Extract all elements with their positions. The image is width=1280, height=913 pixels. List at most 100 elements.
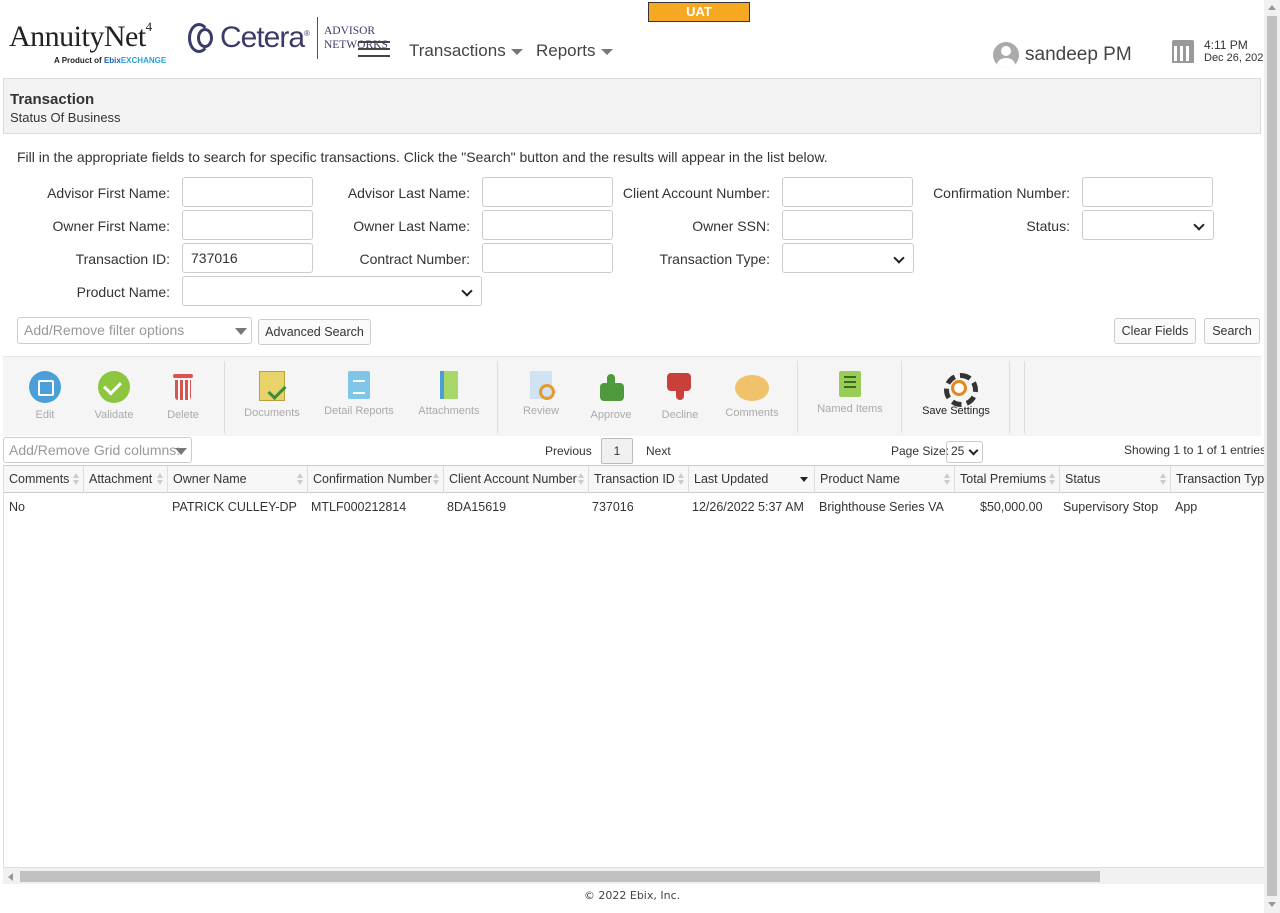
scroll-down-icon[interactable]	[1268, 902, 1276, 907]
list-icon	[839, 371, 861, 397]
next-page-button[interactable]: Next	[646, 444, 671, 458]
copyright-footer: © 2022 Ebix, Inc.	[583, 889, 681, 902]
owner-ssn-label: Owner SSN:	[692, 218, 770, 234]
save-settings-button[interactable]: Save Settings	[915, 357, 997, 417]
grid-columns-dropdown[interactable]: Add/Remove Grid columns:	[3, 437, 192, 463]
confirmation-number-label: Confirmation Number:	[933, 185, 1070, 201]
advisor-first-name-field[interactable]	[182, 177, 313, 207]
page-size-select[interactable]: 25	[946, 441, 983, 463]
advisor-last-name-label: Advisor Last Name:	[347, 185, 470, 201]
cell-client-account-number: 8DA15619	[447, 500, 507, 514]
horizontal-scrollbar[interactable]	[3, 867, 1264, 884]
advanced-search-button[interactable]: Advanced Search	[258, 319, 371, 345]
column-header-transaction-type[interactable]: Transaction Type	[1171, 466, 1264, 493]
nav-transactions[interactable]: Transactions	[409, 41, 523, 61]
attachments-button[interactable]: Attachments	[415, 357, 483, 417]
calendar-icon[interactable]	[1172, 40, 1194, 64]
column-header-confirmation-number[interactable]: Confirmation Number	[308, 466, 444, 493]
horizontal-scrollbar-thumb[interactable]	[20, 871, 1100, 882]
action-toolbar: Edit Validate Delete Documents Detail Re…	[3, 356, 1261, 436]
delete-button[interactable]: Delete	[160, 357, 206, 421]
cetera-mark-icon	[188, 17, 218, 59]
cell-confirmation-number: MTLF000212814	[311, 500, 407, 514]
column-header-product-name[interactable]: Product Name	[815, 466, 955, 493]
comment-icon	[735, 375, 769, 401]
annuitynet-logo[interactable]: AnnuityNet4 A Product of EbixEXCHANGE	[9, 14, 166, 65]
datetime-display: 4:11 PM Dec 26, 2022	[1204, 39, 1264, 64]
edit-icon	[29, 371, 61, 403]
detail-reports-button[interactable]: Detail Reports	[321, 357, 397, 417]
annuitynet-tagline: A Product of EbixEXCHANGE	[54, 56, 167, 65]
review-icon	[530, 371, 555, 400]
decline-button[interactable]: Decline	[657, 357, 703, 421]
thumbs-down-icon	[664, 371, 696, 403]
sort-desc-icon	[800, 477, 808, 482]
vertical-scrollbar[interactable]	[1264, 0, 1280, 913]
comments-button[interactable]: Comments	[722, 357, 782, 419]
cell-comments: No	[9, 500, 25, 514]
user-menu[interactable]: sandeep PM	[993, 42, 1132, 68]
status-label: Status:	[1026, 218, 1070, 234]
cell-total-premiums: $50,000.00	[980, 500, 1043, 514]
column-header-status[interactable]: Status	[1060, 466, 1171, 493]
clear-fields-button[interactable]: Clear Fields	[1114, 318, 1196, 344]
confirmation-number-field[interactable]	[1082, 177, 1213, 207]
annuitynet-logo-text: AnnuityNet	[9, 20, 146, 53]
column-header-owner-name[interactable]: Owner Name	[168, 466, 308, 493]
column-header-last-updated[interactable]: Last Updated	[689, 466, 815, 493]
chevron-down-icon	[510, 48, 523, 55]
status-select[interactable]	[1082, 210, 1214, 240]
page-title-bar: Transaction Status Of Business	[3, 78, 1261, 134]
product-name-label: Product Name:	[76, 284, 170, 300]
contract-number-label: Contract Number:	[359, 251, 470, 267]
sort-icon	[678, 473, 684, 485]
product-name-select[interactable]	[182, 276, 482, 306]
page-subtitle: Status Of Business	[10, 110, 121, 125]
named-items-button[interactable]: Named Items	[815, 357, 885, 415]
sort-icon	[73, 473, 79, 485]
check-icon	[98, 371, 130, 403]
transaction-id-field[interactable]: 737016	[182, 243, 313, 273]
sort-icon	[157, 473, 163, 485]
page-number-button[interactable]: 1	[601, 438, 633, 464]
sort-icon	[297, 473, 303, 485]
sort-icon	[433, 473, 439, 485]
owner-last-name-label: Owner Last Name:	[353, 218, 470, 234]
previous-page-button[interactable]: Previous	[545, 444, 592, 458]
table-header: Comments Attachment Owner Name Confirmat…	[4, 465, 1264, 493]
scroll-up-icon[interactable]	[1268, 5, 1276, 10]
column-header-attachment[interactable]: Attachment	[84, 466, 168, 493]
cell-last-updated: 12/26/2022 5:37 AM	[692, 500, 804, 514]
column-header-transaction-id[interactable]: Transaction ID	[589, 466, 689, 493]
vertical-scrollbar-thumb[interactable]	[1267, 16, 1277, 896]
menu-icon[interactable]	[358, 41, 390, 59]
thumbs-up-icon	[595, 371, 627, 403]
filter-options-dropdown[interactable]: Add/Remove filter options	[17, 317, 252, 344]
documents-button[interactable]: Documents	[241, 357, 303, 419]
nav-reports[interactable]: Reports	[536, 41, 613, 61]
transaction-type-select[interactable]	[782, 243, 914, 273]
advisor-first-name-label: Advisor First Name:	[47, 185, 170, 201]
sort-icon	[1049, 473, 1055, 485]
cell-status: Supervisory Stop	[1063, 500, 1159, 514]
transactions-table: Comments Attachment Owner Name Confirmat…	[3, 465, 1264, 867]
column-header-total-premiums[interactable]: Total Premiums	[955, 466, 1060, 493]
sort-icon	[944, 473, 950, 485]
sort-icon	[1160, 473, 1166, 485]
table-row[interactable]: No PATRICK CULLEY-DP MTLF000212814 8DA15…	[4, 494, 1264, 520]
review-button[interactable]: Review	[518, 357, 564, 417]
column-header-client-account-number[interactable]: Client Account Number	[444, 466, 589, 493]
owner-first-name-field[interactable]	[182, 210, 313, 240]
validate-button[interactable]: Validate	[89, 357, 139, 421]
column-header-comments[interactable]: Comments	[4, 466, 84, 493]
cell-product-name: Brighthouse Series VA	[819, 500, 944, 514]
client-account-number-label: Client Account Number:	[622, 185, 770, 201]
environment-badge: UAT	[648, 2, 750, 22]
gear-icon	[942, 371, 978, 407]
scroll-left-icon[interactable]	[8, 873, 13, 881]
transaction-type-label: Transaction Type:	[659, 251, 770, 267]
search-button[interactable]: Search	[1204, 318, 1260, 344]
approve-button[interactable]: Approve	[586, 357, 636, 421]
user-avatar-icon	[993, 42, 1019, 68]
edit-button[interactable]: Edit	[25, 357, 65, 421]
